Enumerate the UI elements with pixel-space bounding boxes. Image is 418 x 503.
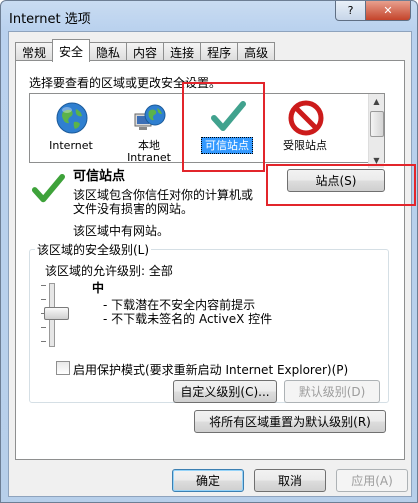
window-title: Internet 选项 [9,12,91,27]
slider-tick [41,299,46,300]
tab-advanced[interactable]: 高级 [237,42,276,61]
zone-internet-label: Internet [49,139,93,152]
slider-tick [41,327,46,328]
close-button[interactable]: ✕ [365,1,411,21]
globe-icon [56,102,88,134]
cancel-button[interactable]: 取消 [254,469,326,492]
security-level-group-title: 该区域的安全级别(L) [35,241,152,258]
help-button[interactable]: ? [335,1,366,21]
security-level-slider-thumb[interactable] [44,307,69,320]
security-level-name: 中 [92,281,105,295]
no-entry-icon [288,100,324,136]
tab-privacy[interactable]: 隐私 [89,42,128,61]
highlight-box-sites-button [266,164,416,206]
tab-security[interactable]: 安全 [52,39,91,62]
tab-connections[interactable]: 连接 [163,42,202,61]
zone-restricted-sites[interactable]: 受限站点 [264,94,346,168]
title-bar[interactable]: Internet 选项 ? ✕ [1,1,417,31]
default-level-button[interactable]: 默认级别(D) [284,380,380,403]
tab-content[interactable]: 内容 [126,42,165,61]
zone-has-sites-text: 该区域中有网站。 [73,224,170,238]
protected-mode-label: 启用保护模式(要求重新启动 Internet Explorer)(P) [73,363,349,377]
zone-local-intranet[interactable]: 本地 Intranet [108,94,190,168]
tab-general[interactable]: 常规 [15,42,54,61]
zone-title: 可信站点 [73,169,126,184]
tab-programs[interactable]: 程序 [200,42,239,61]
ok-button[interactable]: 确定 [172,469,244,492]
tab-strip: 常规 安全 隐私 内容 连接 程序 高级 [15,39,276,62]
security-level-bullet: - 不下载未签名的 ActiveX 控件 [103,312,273,326]
zone-restricted-sites-label: 受限站点 [283,139,327,152]
highlight-box-zone [182,82,265,172]
reset-all-zones-button[interactable]: 将所有区域重置为默认级别(R) [194,410,386,433]
internet-options-window: Internet 选项 ? ✕ 常规 安全 隐私 内容 连接 程序 高级 选择要… [0,0,418,503]
check-icon [31,173,65,203]
custom-level-button[interactable]: 自定义级别(C)... [173,380,277,403]
zone-list-scrollbar[interactable]: ▲ ▼ [368,94,384,168]
zone-local-intranet-label: 本地 Intranet [127,139,171,164]
slider-tick [41,341,46,342]
slider-tick [41,285,46,286]
zone-internet[interactable]: Internet [30,94,112,168]
allowed-levels-text: 该区域的允许级别: 全部 [45,264,173,278]
scroll-up-icon[interactable]: ▲ [369,94,384,109]
protected-mode-checkbox[interactable] [56,361,70,375]
intranet-globe-icon [134,104,166,130]
scroll-thumb[interactable] [370,111,384,137]
apply-button[interactable]: 应用(A) [336,469,408,492]
zone-description-line2: 文件没有损害的网站。 [73,202,194,216]
